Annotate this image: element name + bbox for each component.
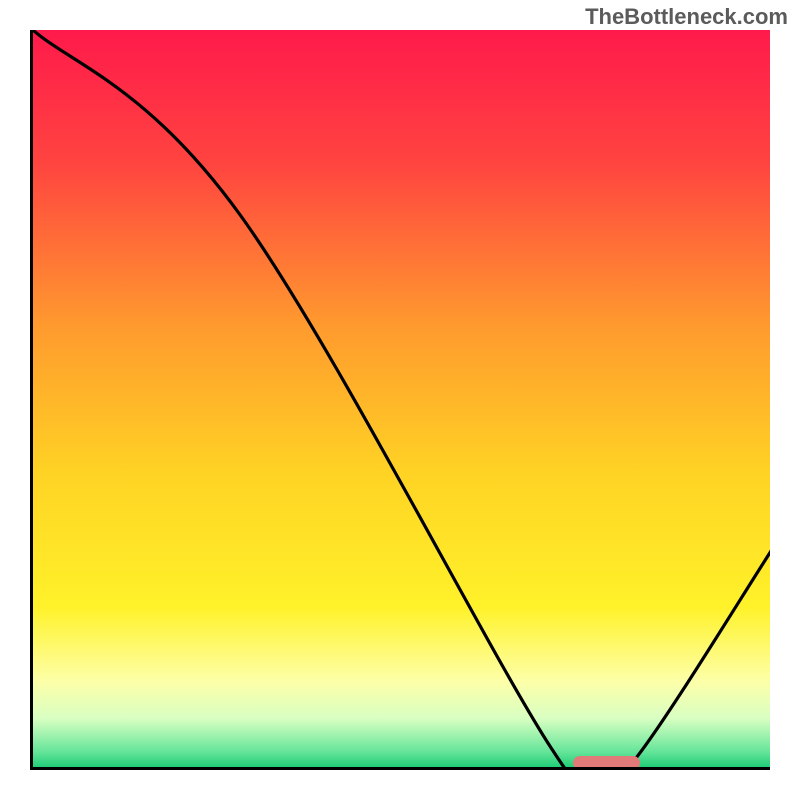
plot-area	[30, 30, 770, 770]
chart-canvas: TheBottleneck.com	[0, 0, 800, 800]
bottleneck-curve	[33, 30, 770, 767]
attribution-text: TheBottleneck.com	[585, 4, 788, 30]
optimal-marker	[573, 756, 640, 770]
